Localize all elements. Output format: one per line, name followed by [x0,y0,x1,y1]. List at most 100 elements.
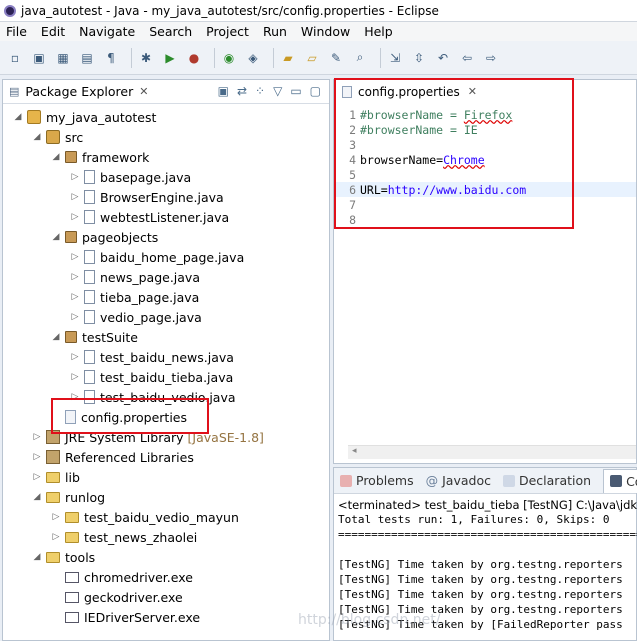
next-annotation-icon[interactable]: ⇳ [410,49,428,67]
tree-item[interactable]: ▷ baidu_home_page.java [3,247,329,267]
tree-item[interactable]: ▷ test_baidu_vedio_mayun [3,507,329,527]
collapsed-arrow-icon[interactable]: ▷ [70,312,80,322]
horizontal-scrollbar[interactable]: ◂ [348,445,636,459]
run-external-icon[interactable]: ● [185,49,203,67]
folder-icon [65,531,79,543]
console-line: Total tests run: 1, Failures: 0, Skips: … [338,513,610,526]
highlight-box [51,398,209,434]
editor: config.properties ✕ 1 #browserName = Fire… [333,78,637,464]
pen-icon[interactable]: ✎ [327,49,345,67]
terminated-label: <terminated> test_baidu_tieba [TestNG] C… [338,498,637,512]
tree-item[interactable]: ▷ tieba_page.java [3,287,329,307]
menu-navigate[interactable]: Navigate [79,24,135,39]
collapsed-arrow-icon[interactable]: ▷ [32,432,42,442]
collapsed-arrow-icon[interactable]: ▷ [70,352,80,362]
tree-item-label: basepage.java [100,169,192,185]
expanded-arrow-icon[interactable]: ◢ [32,492,42,502]
tree-item[interactable]: ▷ Referenced Libraries [3,447,329,467]
annotation-icon[interactable]: ⇲ [386,49,404,67]
menu-search[interactable]: Search [149,24,192,39]
tree-item[interactable]: ▷ test_baidu_news.java [3,347,329,367]
expanded-arrow-icon[interactable]: ◢ [13,112,23,122]
tree-item[interactable]: ◢ framework [3,147,329,167]
link-editor-icon[interactable]: ⇄ [237,84,247,98]
back-icon[interactable]: ⇦ [458,49,476,67]
collapsed-arrow-icon[interactable]: ▷ [70,192,80,202]
folder-icon [46,551,60,563]
folder-icon[interactable]: ▱ [303,49,321,67]
maximize-icon[interactable]: ▢ [310,84,321,98]
highlight-box [334,78,574,229]
run-icon[interactable]: ▶ [161,49,179,67]
console-line: [TestNG] Time taken by org.testng.report… [338,573,623,586]
tree-item[interactable]: ▷ news_page.java [3,267,329,287]
collapsed-arrow-icon[interactable]: ▷ [51,512,61,522]
java-icon [84,370,95,384]
collapsed-arrow-icon[interactable]: ▷ [32,452,42,462]
collapsed-arrow-icon[interactable]: ▷ [51,532,61,542]
tab-declaration[interactable]: Declaration [502,473,591,488]
open-type-icon[interactable]: ◈ [244,49,262,67]
expanded-arrow-icon[interactable]: ◢ [32,132,42,142]
view-menu-icon[interactable]: ▽ [273,84,282,98]
tab-problems[interactable]: Problems [340,473,414,488]
tree-item[interactable]: ▷ basepage.java [3,167,329,187]
tree-item[interactable]: ◢ src [3,127,329,147]
folder-icon [46,491,60,503]
package-explorer-title[interactable]: Package Explorer [25,84,133,99]
expanded-arrow-icon[interactable]: ◢ [51,232,61,242]
forward-icon[interactable]: ⇨ [482,49,500,67]
tree-item[interactable]: ◢ tools [3,547,329,567]
java-icon [84,250,95,264]
new-icon[interactable]: ▫ [6,49,24,67]
collapsed-arrow-icon[interactable]: ▷ [70,252,80,262]
save-all-icon[interactable]: ▦ [54,49,72,67]
tab-javadoc[interactable]: @ Javadoc [426,473,491,488]
collapsed-arrow-icon[interactable]: ▷ [70,372,80,382]
open-folder-icon[interactable]: ▰ [279,49,297,67]
minimize-icon[interactable]: ▭ [290,84,301,98]
tree-item-label: tools [65,549,96,565]
tree-item[interactable]: ◢ my_java_autotest [3,107,329,127]
collapsed-arrow-icon[interactable]: ▷ [32,472,42,482]
tree-item[interactable]: ▷ vedio_page.java [3,307,329,327]
collapsed-arrow-icon[interactable]: ▷ [70,212,80,222]
collapsed-arrow-icon[interactable]: ▷ [70,292,80,302]
tree-item[interactable]: ▷ webtestListener.java [3,207,329,227]
expanded-arrow-icon[interactable]: ◢ [51,152,61,162]
menu-project[interactable]: Project [206,24,249,39]
filter-icon[interactable]: ⁘ [255,84,265,98]
tree-item[interactable]: ▷ lib [3,467,329,487]
tree-item[interactable]: chromedriver.exe [3,567,329,587]
exe-icon [65,591,79,603]
expanded-arrow-icon[interactable]: ◢ [32,552,42,562]
collapse-all-icon[interactable]: ▣ [218,84,229,98]
toggle-icon[interactable]: ¶ [102,49,120,67]
menu-help[interactable]: Help [364,24,393,39]
menu-run[interactable]: Run [263,24,287,39]
search-icon[interactable]: ⌕ [351,49,369,67]
last-edit-icon[interactable]: ↶ [434,49,452,67]
tree-item[interactable]: ▷ test_baidu_tieba.java [3,367,329,387]
tree-item[interactable]: ◢ pageobjects [3,227,329,247]
menu-file[interactable]: File [6,24,27,39]
tree-item[interactable]: ◢ runlog [3,487,329,507]
expanded-arrow-icon[interactable]: ◢ [51,332,61,342]
tab-console[interactable]: Con [603,468,637,493]
close-icon[interactable]: ✕ [139,85,148,98]
print-icon[interactable]: ▤ [78,49,96,67]
tree-item[interactable]: IEDriverServer.exe [3,607,329,627]
package-explorer-header: ▤ Package Explorer ✕ ▣ ⇄ ⁘ ▽ ▭ ▢ [3,80,329,104]
collapsed-arrow-icon[interactable]: ▷ [70,272,80,282]
new-class-icon[interactable]: ◉ [220,49,238,67]
tree-item[interactable]: geckodriver.exe [3,587,329,607]
tree-item[interactable]: ◢ testSuite [3,327,329,347]
package-explorer-icon: ▤ [9,85,20,98]
save-icon[interactable]: ▣ [30,49,48,67]
tree-item[interactable]: ▷ BrowserEngine.java [3,187,329,207]
collapsed-arrow-icon[interactable]: ▷ [70,172,80,182]
menu-edit[interactable]: Edit [41,24,65,39]
tree-item[interactable]: ▷ test_news_zhaolei [3,527,329,547]
menu-window[interactable]: Window [301,24,350,39]
debug-icon[interactable]: ✱ [137,49,155,67]
